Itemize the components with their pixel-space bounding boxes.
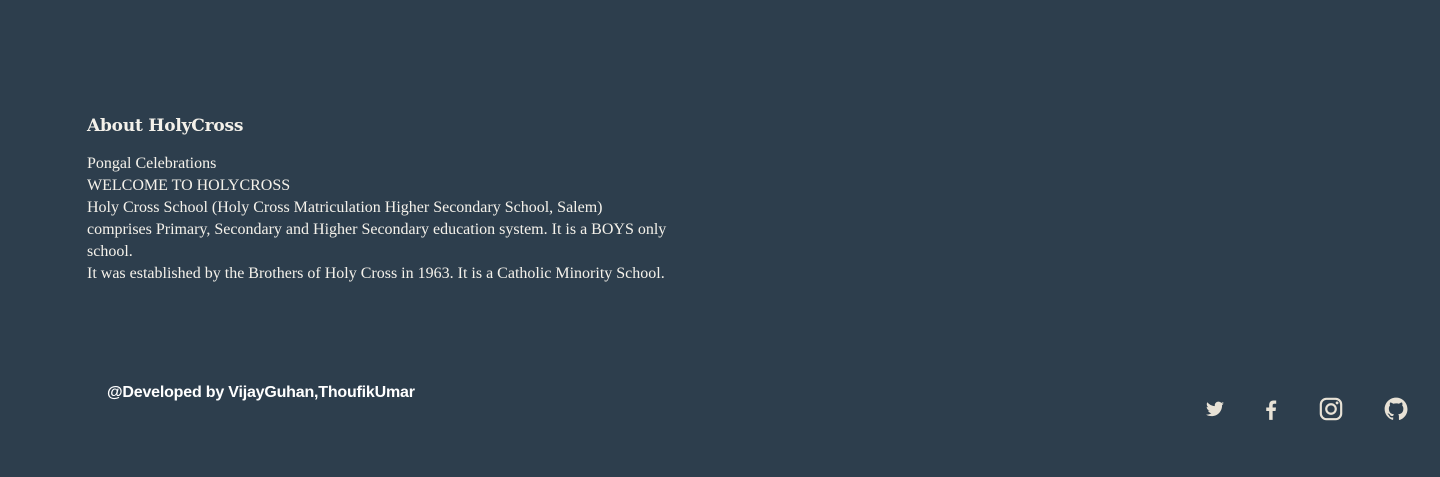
github-link[interactable]: [1383, 396, 1409, 422]
facebook-link[interactable]: [1258, 396, 1284, 422]
about-line: Holy Cross School (Holy Cross Matriculat…: [87, 199, 667, 260]
about-section: About HolyCross Pongal Celebrations WELC…: [87, 113, 687, 285]
about-text: Pongal Celebrations WELCOME TO HOLYCROSS…: [87, 153, 667, 285]
facebook-icon: [1266, 400, 1277, 420]
about-line: It was established by the Brothers of Ho…: [87, 265, 665, 282]
social-links: [0, 396, 1440, 422]
instagram-icon: [1319, 397, 1343, 421]
about-title: About HolyCross: [87, 116, 244, 136]
instagram-link[interactable]: [1318, 396, 1344, 422]
github-icon: [1384, 397, 1408, 420]
twitter-icon: [1205, 401, 1224, 417]
about-line: WELCOME TO HOLYCROSS: [87, 177, 291, 194]
twitter-link[interactable]: [1202, 396, 1228, 422]
about-line: Pongal Celebrations: [87, 155, 217, 172]
